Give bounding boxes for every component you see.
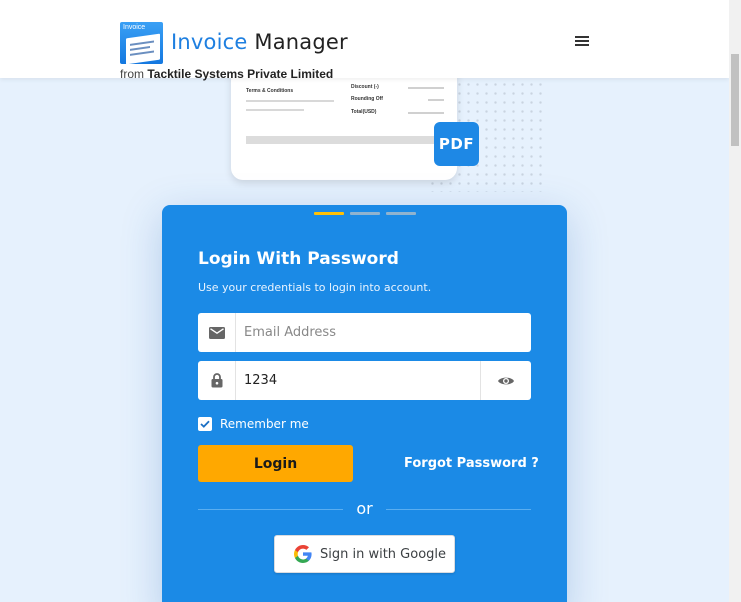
forgot-password-link[interactable]: Forgot Password ? bbox=[404, 456, 539, 471]
vertical-scrollbar[interactable] bbox=[729, 0, 741, 602]
illustration-bar bbox=[246, 136, 443, 144]
byline-company: Tacktile Systems Private Limited bbox=[147, 67, 334, 81]
scrollbar-thumb[interactable] bbox=[731, 54, 739, 146]
mail-icon bbox=[198, 313, 236, 352]
google-signin-label: Sign in with Google bbox=[320, 546, 447, 562]
company-byline: from Tacktile Systems Private Limited bbox=[120, 67, 333, 81]
rounding-label: Rounding Off bbox=[351, 96, 383, 102]
page-background: Terms & Conditions Discount (-) Rounding… bbox=[0, 0, 729, 602]
remember-checkbox[interactable] bbox=[198, 417, 212, 431]
illustration-line bbox=[246, 100, 334, 102]
remember-me: Remember me bbox=[198, 416, 309, 432]
total-label: Total(USD) bbox=[351, 109, 377, 115]
password-input[interactable] bbox=[244, 361, 469, 400]
pdf-badge: PDF bbox=[434, 122, 479, 166]
brand-secondary: Manager bbox=[254, 30, 348, 54]
byline-from: from bbox=[120, 67, 144, 81]
illustration-value bbox=[408, 87, 444, 89]
lock-icon bbox=[198, 361, 236, 400]
google-icon bbox=[294, 545, 312, 563]
remember-label: Remember me bbox=[220, 417, 309, 431]
carousel-dot-active[interactable] bbox=[314, 212, 344, 215]
carousel-dot[interactable] bbox=[386, 212, 416, 215]
eye-icon[interactable] bbox=[480, 361, 531, 400]
login-subtitle: Use your credentials to login into accou… bbox=[198, 281, 432, 294]
login-title: Login With Password bbox=[198, 249, 399, 269]
logo-tag: Invoice bbox=[123, 24, 146, 31]
illustration-value bbox=[428, 99, 444, 101]
or-divider: or bbox=[198, 499, 531, 519]
login-button[interactable]: Login bbox=[198, 445, 353, 482]
brand-name[interactable]: Invoice Manager bbox=[171, 29, 348, 55]
terms-label: Terms & Conditions bbox=[246, 88, 294, 94]
illustration-line bbox=[246, 109, 304, 111]
login-card: Login With Password Use your credentials… bbox=[162, 205, 567, 602]
discount-label: Discount (-) bbox=[351, 84, 379, 90]
invoice-logo-icon[interactable]: Invoice bbox=[120, 22, 163, 64]
password-field[interactable] bbox=[198, 361, 531, 400]
google-signin-button[interactable]: Sign in with Google bbox=[274, 535, 455, 573]
app-header: Invoice Invoice Manager from Tacktile Sy… bbox=[0, 0, 729, 81]
email-input[interactable] bbox=[244, 313, 514, 352]
email-field[interactable] bbox=[198, 313, 531, 352]
illustration-value bbox=[408, 112, 444, 114]
hamburger-menu-icon[interactable] bbox=[575, 36, 589, 48]
brand-primary: Invoice bbox=[171, 30, 248, 54]
or-label: or bbox=[356, 499, 373, 518]
carousel-dot[interactable] bbox=[350, 212, 380, 215]
check-icon bbox=[200, 420, 210, 428]
